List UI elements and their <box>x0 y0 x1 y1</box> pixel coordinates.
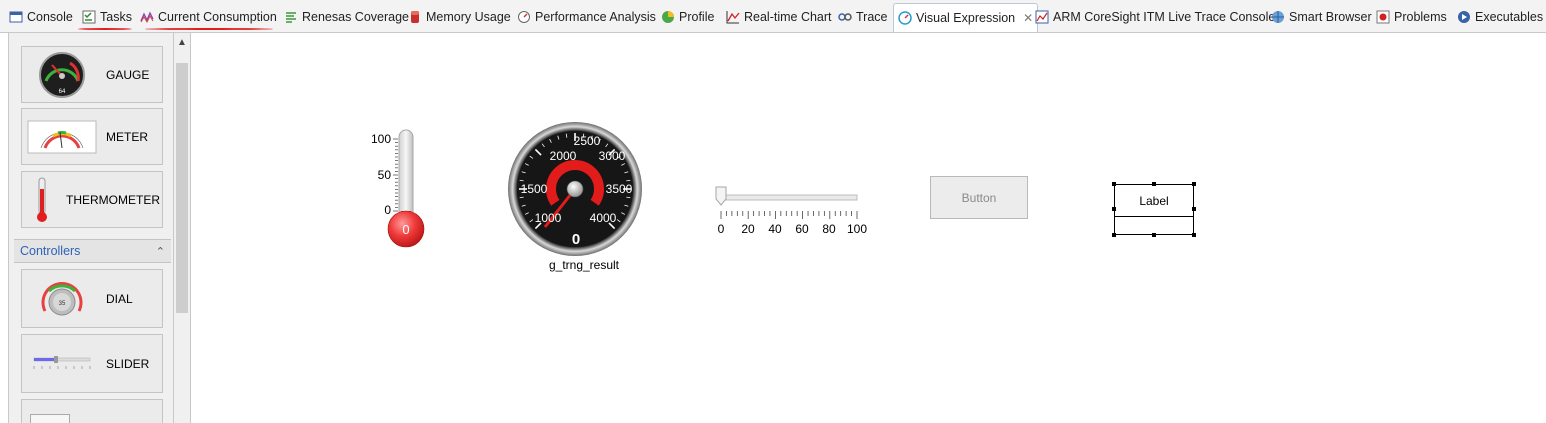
selection-handle[interactable] <box>1112 233 1116 237</box>
visual-expression-icon <box>898 11 912 25</box>
thermometer-value: 0 <box>402 222 409 237</box>
gauge-tick-label: 2000 <box>550 149 577 163</box>
selection-handle[interactable] <box>1192 207 1196 211</box>
palette-item-partial[interactable] <box>21 399 163 423</box>
slider-tick-label: 80 <box>822 222 836 236</box>
gauge-tick-label: 2500 <box>574 134 601 148</box>
button-widget[interactable]: Button <box>930 176 1028 219</box>
dial-thumbnail-icon: 35 <box>22 274 102 324</box>
tab-current-consumption[interactable]: Current Consumption <box>140 5 277 29</box>
executables-icon <box>1457 10 1471 24</box>
itm-console-icon <box>1035 10 1049 24</box>
tab-executables[interactable]: Executables <box>1457 5 1543 29</box>
slider-tick-label: 0 <box>718 222 725 236</box>
tab-visual-expression[interactable]: Visual Expression ✕ <box>893 3 1039 32</box>
gauge-tick-label: 1000 <box>535 211 562 225</box>
close-tab-icon[interactable]: ✕ <box>1023 11 1033 25</box>
gauge-tick-label: 4000 <box>590 211 617 225</box>
widget-palette: 64 GAUGE METER THERMOMETER Controllers ⌃… <box>8 33 174 423</box>
gauge-caption: g_trng_result <box>549 258 620 272</box>
gauge-tick-label: 1500 <box>521 182 548 196</box>
scroll-up-icon[interactable]: ▲ <box>174 37 190 48</box>
memory-usage-icon <box>408 10 422 24</box>
thermometer-ticks <box>393 138 398 212</box>
thermometer-tick-label: 0 <box>384 203 391 217</box>
tab-itm-live-trace-console[interactable]: ARM CoreSight ITM Live Trace Console <box>1035 5 1275 29</box>
slider-tick-label: 40 <box>768 222 782 236</box>
label-widget[interactable]: Label <box>1112 182 1196 237</box>
slider-tick-label: 100 <box>847 222 867 236</box>
palette-item-slider[interactable]: SLIDER <box>21 334 163 393</box>
profile-icon <box>661 10 675 24</box>
slider-widget[interactable]: 0 20 40 60 80 100 <box>712 183 872 238</box>
tab-tasks[interactable]: Tasks <box>82 5 132 29</box>
selection-handle[interactable] <box>1112 207 1116 211</box>
tab-profile[interactable]: Profile <box>661 5 714 29</box>
palette-item-dial[interactable]: 35 DIAL <box>21 269 163 328</box>
thermometer-tick-label: 50 <box>378 168 392 182</box>
slider-tick-label: 60 <box>795 222 809 236</box>
gauge-tick-label: 3500 <box>606 182 633 196</box>
palette-item-gauge[interactable]: 64 GAUGE <box>21 46 163 103</box>
problems-icon <box>1376 10 1390 24</box>
tasks-icon <box>82 10 96 24</box>
smart-browser-icon <box>1271 10 1285 24</box>
svg-text:64: 64 <box>59 89 66 95</box>
console-icon <box>9 10 23 24</box>
collapse-section-icon[interactable]: ⌃ <box>156 245 165 258</box>
thermometer-tick-label: 100 <box>371 132 391 146</box>
annotation-underline <box>145 28 273 30</box>
gauge-value: 0 <box>572 231 580 248</box>
partial-thumbnail <box>30 414 70 423</box>
palette-section-controllers[interactable]: Controllers ⌃ <box>14 239 171 263</box>
thermometer-widget[interactable]: 100 50 0 0 <box>369 121 439 251</box>
gauge-widget[interactable]: 2000 2500 3000 1500 3500 1000 4000 0 g_t… <box>505 119 665 277</box>
scrollbar-thumb[interactable] <box>176 63 188 313</box>
tab-renesas-coverage[interactable]: Renesas Coverage <box>284 5 409 29</box>
meter-thumbnail-icon <box>22 112 102 162</box>
current-consumption-icon <box>140 10 154 24</box>
gauge-thumbnail-icon: 64 <box>22 50 102 100</box>
selection-handle[interactable] <box>1192 233 1196 237</box>
tab-console[interactable]: Console <box>9 5 73 29</box>
slider-thumbnail-icon <box>22 339 102 389</box>
tab-smart-browser[interactable]: Smart Browser <box>1271 5 1372 29</box>
slider-handle[interactable] <box>715 186 727 206</box>
visual-expression-canvas[interactable]: 100 50 0 0 2000 2500 3000 1500 3500 1000… <box>194 33 1546 423</box>
thermometer-thumbnail-icon <box>22 175 62 225</box>
palette-scrollbar[interactable]: ▲ <box>174 33 191 423</box>
tab-memory-usage[interactable]: Memory Usage <box>408 5 511 29</box>
trace-icon <box>838 10 852 24</box>
selection-handle[interactable] <box>1152 182 1156 186</box>
svg-text:35: 35 <box>59 301 66 307</box>
tab-problems[interactable]: Problems <box>1376 5 1447 29</box>
palette-item-thermometer[interactable]: THERMOMETER <box>21 171 163 228</box>
slider-tick-label: 20 <box>741 222 755 236</box>
selection-handle[interactable] <box>1192 182 1196 186</box>
tab-realtime-chart[interactable]: Real-time Chart <box>726 5 832 29</box>
gauge-hub <box>566 180 584 198</box>
annotation-underline <box>78 28 132 30</box>
palette-item-meter[interactable]: METER <box>21 108 163 165</box>
slider-ticks <box>720 211 858 219</box>
realtime-chart-icon <box>726 10 740 24</box>
tab-performance-analysis[interactable]: Performance Analysis <box>517 5 656 29</box>
label-text: Label <box>1114 184 1194 217</box>
gauge-tick-label: 3000 <box>599 149 626 163</box>
performance-icon <box>517 10 531 24</box>
tab-trace[interactable]: Trace <box>838 5 888 29</box>
selection-handle[interactable] <box>1112 182 1116 186</box>
coverage-icon <box>284 10 298 24</box>
selection-handle[interactable] <box>1152 233 1156 237</box>
